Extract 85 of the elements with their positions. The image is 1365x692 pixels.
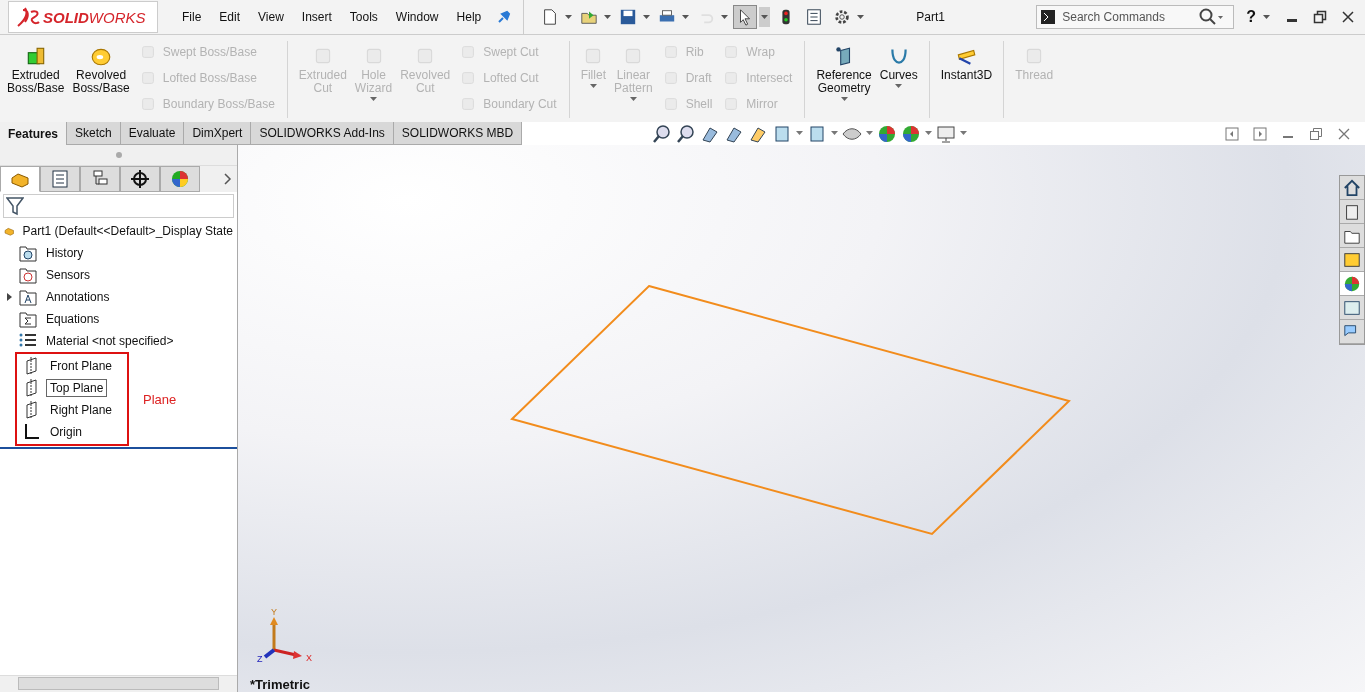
axis-label: Z (257, 654, 263, 663)
origin-icon (22, 422, 42, 442)
search-box[interactable]: Search Commands (1036, 5, 1235, 29)
view-name: *Trimetric (250, 677, 310, 692)
tile-left-icon[interactable] (1225, 126, 1239, 141)
menu-item[interactable]: Help (456, 10, 482, 24)
caret-icon[interactable] (840, 97, 848, 102)
menu-item[interactable]: Insert (301, 10, 332, 24)
crosshair-icon (130, 169, 150, 189)
chevron-right-icon[interactable] (223, 172, 233, 186)
tile-right-icon[interactable] (1253, 126, 1267, 141)
pin-icon[interactable] (497, 10, 512, 24)
caret-icon[interactable] (866, 131, 874, 136)
logo-icon (15, 6, 41, 28)
sensor-folder-icon (18, 265, 38, 285)
ribbon-button[interactable]: Reference Geometry (813, 39, 875, 113)
ribbon-button[interactable]: Extruded Boss/Base (4, 39, 68, 113)
annotation-note: Plane (143, 391, 177, 407)
caret-icon[interactable] (759, 7, 771, 27)
scene-icon[interactable] (901, 123, 922, 144)
menu-item[interactable]: Edit (219, 10, 241, 24)
zoom-fit-icon[interactable] (652, 123, 673, 144)
monitor-icon[interactable] (936, 123, 957, 144)
color-ball-icon (170, 169, 190, 189)
caret-icon[interactable] (681, 14, 691, 20)
color-ball-icon (1343, 274, 1361, 293)
color-ball-tab[interactable] (1340, 272, 1364, 296)
restore-icon[interactable] (1313, 10, 1327, 24)
ribbon-button[interactable]: Revolved Boss/Base (69, 39, 133, 113)
logo-text: SOLIDWORKS (43, 8, 146, 26)
caret-icon[interactable] (856, 14, 866, 20)
axis-label: X (306, 653, 312, 663)
command-tab[interactable]: Sketch (67, 122, 121, 145)
cursor-button[interactable] (733, 5, 758, 29)
history-folder-icon (18, 243, 38, 263)
tree-item[interactable]: Annotations (42, 288, 114, 306)
menu-item[interactable]: Window (395, 10, 439, 24)
splitter-handle[interactable] (115, 152, 122, 158)
menu-item[interactable]: Tools (349, 10, 378, 24)
command-tab[interactable]: Features (0, 122, 68, 145)
axis-triad-drawing (263, 617, 302, 659)
caret-icon[interactable] (796, 131, 804, 136)
search-input[interactable]: Search Commands (1060, 9, 1195, 25)
caret-icon[interactable] (1262, 14, 1271, 20)
filter-icon[interactable] (6, 196, 24, 216)
appearance-icon[interactable] (877, 123, 898, 144)
home-icon (1343, 178, 1361, 197)
caret-icon[interactable] (895, 84, 903, 89)
ribbon-button[interactable]: Curves (876, 39, 921, 113)
tree-item[interactable]: Right Plane (46, 401, 117, 419)
menu-item[interactable]: View (258, 10, 284, 24)
tree-item[interactable]: Material <not specified> (42, 332, 178, 350)
tree-item[interactable]: Part1 (Default<<Default>_Display State (18, 222, 237, 240)
command-prompt-icon (1040, 9, 1057, 25)
gear-icon (833, 8, 852, 26)
command-tab[interactable]: Evaluate (120, 122, 185, 145)
command-tab[interactable]: DimXpert (184, 122, 252, 145)
scrollbar-thumb[interactable] (18, 677, 219, 690)
tree-item[interactable]: Origin (46, 423, 86, 441)
panel-tab[interactable] (120, 166, 160, 192)
tree-item[interactable]: Equations (42, 310, 104, 328)
help-button[interactable]: ? (1246, 8, 1256, 26)
tree-item[interactable]: Front Plane (46, 357, 117, 375)
caret-icon[interactable] (831, 131, 839, 136)
axis-label: Y (271, 607, 277, 617)
caret-icon[interactable] (642, 14, 652, 20)
ribbon-button[interactable]: Instant3D (937, 39, 996, 113)
close-icon[interactable] (1341, 10, 1355, 24)
tree-item[interactable]: Sensors (42, 266, 95, 284)
search-icon[interactable] (1198, 8, 1225, 26)
home-tab[interactable] (1340, 176, 1364, 200)
annotation-folder-icon (18, 287, 38, 307)
caret-icon[interactable] (564, 14, 574, 20)
tree-item[interactable]: Top Plane (46, 379, 108, 397)
zoom-area-icon[interactable] (676, 123, 697, 144)
caret-icon[interactable] (960, 131, 968, 136)
menu-item[interactable]: File (182, 10, 202, 24)
equation-folder-icon (18, 309, 38, 329)
command-tab[interactable]: SOLIDWORKS Add-Ins (251, 122, 394, 145)
tree-item[interactable]: History (42, 244, 88, 262)
expand-arrow-icon[interactable] (5, 293, 13, 301)
document-title: Part1 (916, 10, 946, 24)
caret-icon[interactable] (925, 131, 933, 136)
command-tab[interactable]: SOLIDWORKS MBD (393, 122, 523, 145)
caret-icon[interactable] (603, 14, 613, 20)
